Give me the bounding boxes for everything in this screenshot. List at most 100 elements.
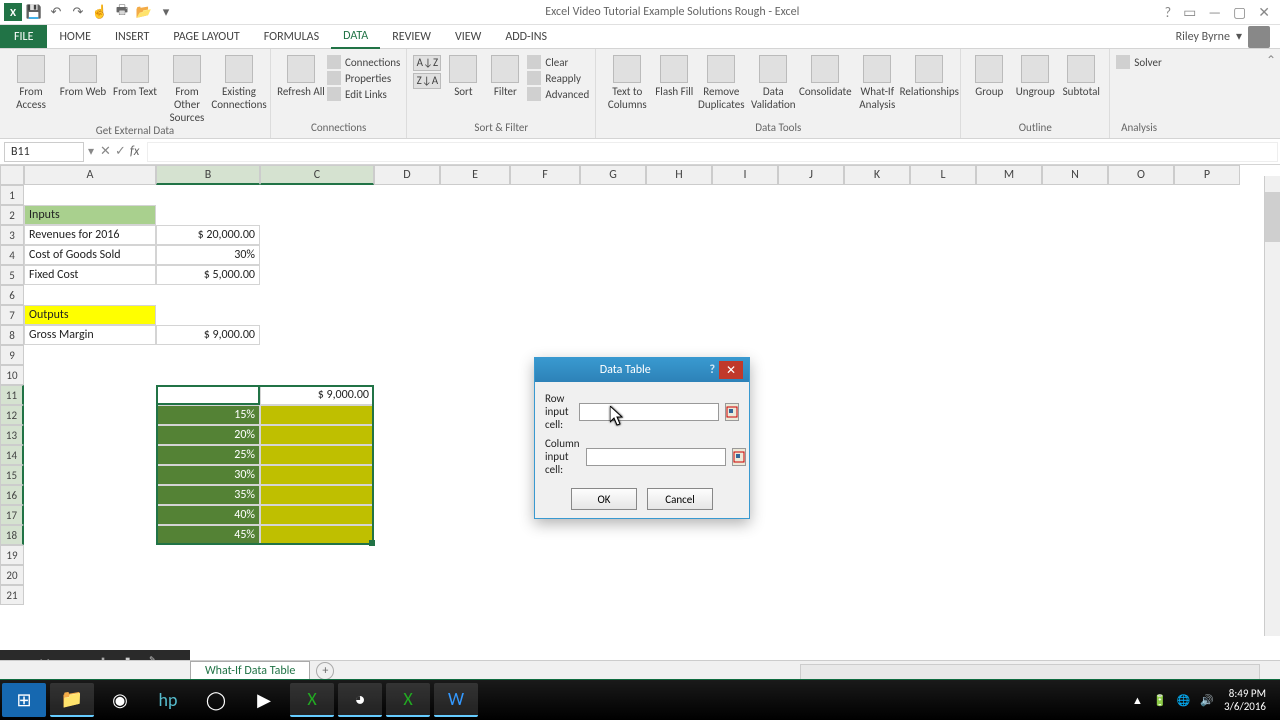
row-header[interactable]: 11 bbox=[0, 385, 24, 405]
column-header[interactable]: A bbox=[24, 165, 156, 185]
cell[interactable] bbox=[260, 505, 374, 525]
avatar[interactable] bbox=[1248, 26, 1270, 48]
row-input-cell-field[interactable] bbox=[579, 403, 719, 421]
from-other-sources-button[interactable]: From Other Sources bbox=[162, 51, 212, 124]
select-all-corner[interactable] bbox=[0, 165, 24, 185]
cell[interactable]: $ 20,000.00 bbox=[156, 225, 260, 245]
cell[interactable]: 30% bbox=[156, 465, 260, 485]
help-icon[interactable]: ? bbox=[1165, 4, 1172, 21]
relationships-button[interactable]: Relationships bbox=[904, 51, 954, 98]
row-input-ref-icon[interactable] bbox=[725, 403, 739, 421]
tab-insert[interactable]: INSERT bbox=[103, 26, 161, 48]
enter-formula-icon[interactable]: ✓ bbox=[115, 144, 126, 159]
column-header[interactable]: O bbox=[1108, 165, 1174, 185]
cell[interactable]: Outputs bbox=[24, 305, 156, 325]
cell[interactable]: Inputs bbox=[24, 205, 156, 225]
hp-icon[interactable]: hp bbox=[146, 683, 190, 717]
video-app-icon[interactable]: ▶ bbox=[242, 683, 286, 717]
ok-button[interactable]: OK bbox=[571, 488, 637, 510]
cell[interactable] bbox=[260, 425, 374, 445]
tab-view[interactable]: VIEW bbox=[443, 26, 493, 48]
add-sheet-icon[interactable]: + bbox=[316, 662, 334, 680]
formula-input[interactable] bbox=[147, 142, 1278, 162]
flash-fill-button[interactable]: Flash Fill bbox=[654, 51, 694, 98]
cell[interactable]: Gross Margin bbox=[24, 325, 156, 345]
qat-customize-icon[interactable]: ▾ bbox=[156, 2, 176, 22]
cell[interactable]: $ 9,000.00 bbox=[260, 385, 374, 405]
sort-az-button[interactable]: A↓ZZ↓A bbox=[413, 51, 441, 91]
column-header[interactable]: J bbox=[778, 165, 844, 185]
column-header[interactable]: N bbox=[1042, 165, 1108, 185]
cell[interactable] bbox=[260, 445, 374, 465]
cell[interactable] bbox=[260, 405, 374, 425]
row-header[interactable]: 14 bbox=[0, 445, 24, 465]
cell[interactable]: 40% bbox=[156, 505, 260, 525]
user-area[interactable]: Riley Byrne ▾ bbox=[1176, 26, 1280, 48]
touch-mode-icon[interactable]: ☝ bbox=[90, 2, 110, 22]
battery-icon[interactable]: 🔋 bbox=[1153, 694, 1167, 707]
tab-review[interactable]: REVIEW bbox=[380, 26, 443, 48]
properties-button[interactable]: Properties bbox=[327, 71, 400, 85]
camera-icon[interactable]: ◯ bbox=[194, 683, 238, 717]
vertical-scrollbar[interactable] bbox=[1264, 176, 1280, 636]
existing-connections-button[interactable]: Existing Connections bbox=[214, 51, 264, 111]
from-access-button[interactable]: From Access bbox=[6, 51, 56, 111]
excel-taskbar-icon-2[interactable]: X bbox=[386, 683, 430, 717]
connections-button[interactable]: Connections bbox=[327, 55, 400, 69]
from-web-button[interactable]: From Web bbox=[58, 51, 108, 98]
advanced-button[interactable]: Advanced bbox=[527, 87, 589, 101]
row-header[interactable]: 2 bbox=[0, 205, 24, 225]
undo-icon[interactable]: ↶ bbox=[46, 2, 66, 22]
row-header[interactable]: 19 bbox=[0, 545, 24, 565]
cell[interactable] bbox=[260, 465, 374, 485]
cell[interactable]: Fixed Cost bbox=[24, 265, 156, 285]
consolidate-button[interactable]: Consolidate bbox=[800, 51, 850, 98]
tab-page-layout[interactable]: PAGE LAYOUT bbox=[161, 26, 251, 48]
clock-time[interactable]: 8:49 PM bbox=[1224, 687, 1266, 700]
minimize-icon[interactable]: — bbox=[1208, 4, 1221, 21]
dialog-close-icon[interactable]: ✕ bbox=[719, 361, 743, 379]
column-header[interactable]: E bbox=[440, 165, 510, 185]
cell[interactable]: 20% bbox=[156, 425, 260, 445]
solver-button[interactable]: Solver bbox=[1116, 55, 1162, 69]
column-header[interactable]: C bbox=[260, 165, 374, 185]
network-icon[interactable]: 🌐 bbox=[1177, 694, 1191, 707]
tab-addins[interactable]: ADD-INS bbox=[493, 26, 559, 48]
media-player-icon[interactable]: ◉ bbox=[98, 683, 142, 717]
quick-print-icon[interactable]: 🖶 bbox=[112, 2, 132, 22]
column-header[interactable]: I bbox=[712, 165, 778, 185]
cell[interactable]: 45% bbox=[156, 525, 260, 545]
row-header[interactable]: 1 bbox=[0, 185, 24, 205]
row-header[interactable]: 15 bbox=[0, 465, 24, 485]
cell[interactable]: Cost of Goods Sold bbox=[24, 245, 156, 265]
name-box[interactable]: B11 bbox=[4, 142, 84, 162]
cell[interactable] bbox=[260, 485, 374, 505]
what-if-analysis-button[interactable]: What-If Analysis bbox=[852, 51, 902, 111]
sheet-tab[interactable]: What-If Data Table bbox=[190, 661, 310, 680]
row-header[interactable]: 5 bbox=[0, 265, 24, 285]
row-header[interactable]: 18 bbox=[0, 525, 24, 545]
row-header[interactable]: 6 bbox=[0, 285, 24, 305]
row-header[interactable]: 4 bbox=[0, 245, 24, 265]
column-header[interactable]: F bbox=[510, 165, 580, 185]
column-header[interactable]: H bbox=[646, 165, 712, 185]
volume-icon[interactable]: 🔊 bbox=[1200, 694, 1214, 707]
sort-button[interactable]: Sort bbox=[443, 51, 483, 98]
cell[interactable] bbox=[260, 525, 374, 545]
cell[interactable]: 15% bbox=[156, 405, 260, 425]
word-icon[interactable]: W bbox=[434, 683, 478, 717]
file-explorer-icon[interactable]: 📁 bbox=[50, 683, 94, 717]
column-header[interactable]: M bbox=[976, 165, 1042, 185]
remove-duplicates-button[interactable]: Remove Duplicates bbox=[696, 51, 746, 111]
row-header[interactable]: 3 bbox=[0, 225, 24, 245]
row-header[interactable]: 8 bbox=[0, 325, 24, 345]
dialog-titlebar[interactable]: Data Table ? ✕ bbox=[535, 358, 749, 382]
fx-icon[interactable]: fx bbox=[130, 144, 140, 159]
filter-button[interactable]: Filter bbox=[485, 51, 525, 98]
cell[interactable]: 35% bbox=[156, 485, 260, 505]
row-header[interactable]: 10 bbox=[0, 365, 24, 385]
start-icon[interactable]: ⊞ bbox=[2, 683, 46, 717]
horizontal-scrollbar[interactable] bbox=[800, 664, 1260, 680]
tab-formulas[interactable]: FORMULAS bbox=[252, 26, 331, 48]
save-icon[interactable]: 💾 bbox=[24, 2, 44, 22]
